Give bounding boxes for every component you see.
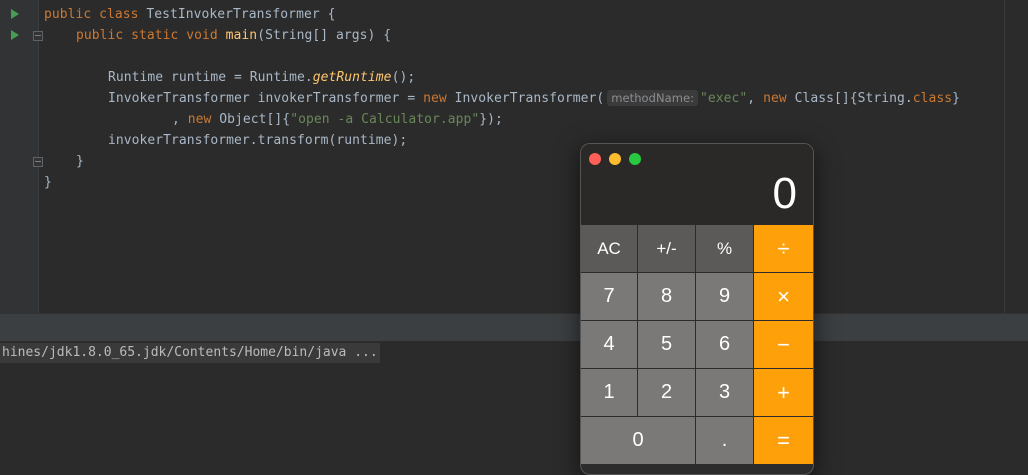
close-window-button[interactable]: [589, 153, 601, 165]
code-line-6: , new Object[]{"open -a Calculator.app"}…: [172, 112, 503, 127]
digit-6-button[interactable]: 6: [696, 321, 753, 368]
digit-1-button[interactable]: 1: [581, 369, 637, 416]
digit-5-button[interactable]: 5: [638, 321, 695, 368]
code-line-1: public class TestInvokerTransformer {: [44, 7, 336, 22]
code-line-5: InvokerTransformer invokerTransformer = …: [108, 90, 961, 106]
multiply-button[interactable]: ×: [754, 273, 813, 320]
digit-7-button[interactable]: 7: [581, 273, 637, 320]
fold-method-end-icon[interactable]: [33, 157, 43, 167]
plus-minus-button[interactable]: +/-: [638, 225, 695, 272]
run-main-icon[interactable]: [11, 30, 19, 40]
digit-4-button[interactable]: 4: [581, 321, 637, 368]
right-margin-guide: [1004, 0, 1005, 313]
run-class-icon[interactable]: [11, 9, 19, 19]
code-editor[interactable]: public class TestInvokerTransformer { pu…: [0, 0, 1028, 313]
decimal-button[interactable]: .: [696, 417, 753, 464]
percent-button[interactable]: %: [696, 225, 753, 272]
digit-9-button[interactable]: 9: [696, 273, 753, 320]
digit-0-button[interactable]: 0: [581, 417, 695, 464]
parameter-hint: methodName:: [607, 90, 699, 106]
digit-3-button[interactable]: 3: [696, 369, 753, 416]
calculator-display: 0: [772, 169, 797, 218]
divide-button[interactable]: ÷: [754, 225, 813, 272]
code-line-7: invokerTransformer.transform(runtime);: [108, 133, 408, 148]
maximize-window-button[interactable]: [629, 153, 641, 165]
console-command-line[interactable]: hines/jdk1.8.0_65.jdk/Contents/Home/bin/…: [0, 343, 380, 363]
code-line-4: Runtime runtime = Runtime.getRuntime();: [108, 70, 416, 85]
run-console[interactable]: hines/jdk1.8.0_65.jdk/Contents/Home/bin/…: [0, 341, 1028, 460]
fold-method-icon[interactable]: [33, 31, 43, 41]
code-line-2: public static void main(String[] args) {: [76, 28, 392, 43]
digit-2-button[interactable]: 2: [638, 369, 695, 416]
code-line-8: }: [76, 154, 84, 169]
digit-8-button[interactable]: 8: [638, 273, 695, 320]
all-clear-button[interactable]: AC: [581, 225, 637, 272]
run-panel-header[interactable]: [0, 313, 1028, 342]
plus-button[interactable]: +: [754, 369, 813, 416]
code-line-9: }: [44, 175, 52, 190]
minimize-window-button[interactable]: [609, 153, 621, 165]
equals-button[interactable]: =: [754, 417, 813, 464]
calculator-window[interactable]: 0 AC +/- % ÷ 7 8 9 × 4 5 6 − 1 2 3 + 0 .…: [580, 143, 814, 475]
minus-button[interactable]: −: [754, 321, 813, 368]
